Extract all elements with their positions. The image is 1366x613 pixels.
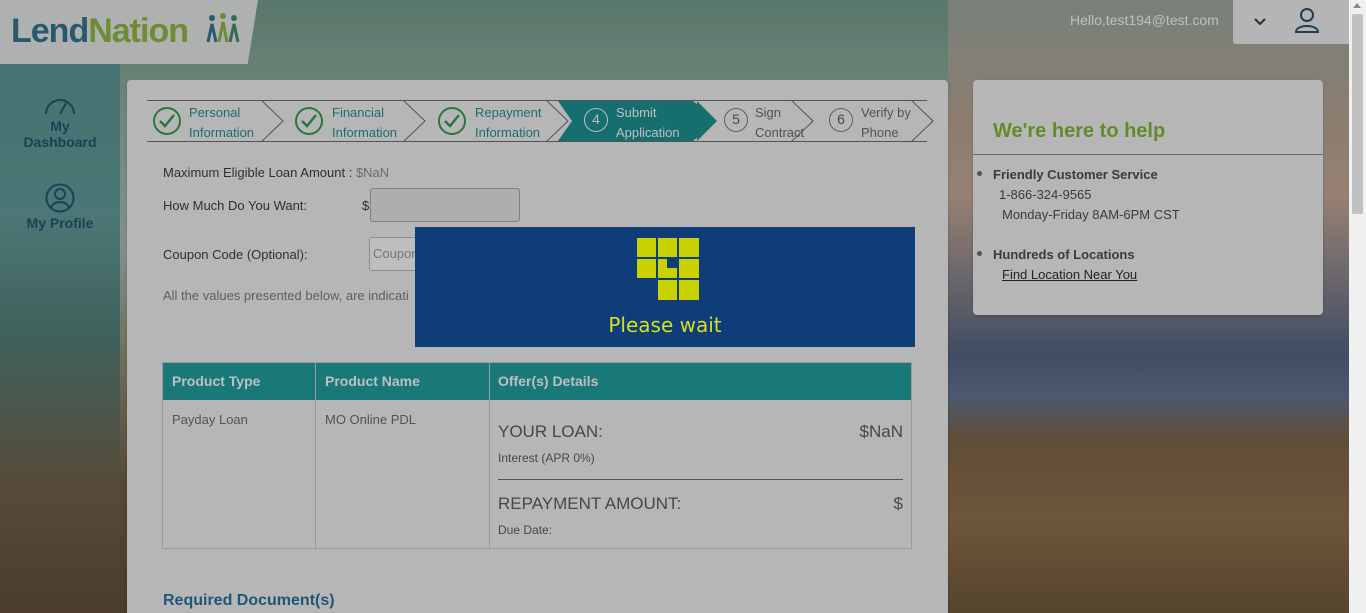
page-scrollbar[interactable]: [1349, 0, 1366, 613]
please-wait-text: Please wait: [608, 313, 722, 337]
please-wait-dialog: Please wait: [415, 227, 915, 347]
scrollbar-thumb[interactable]: [1352, 14, 1363, 214]
scroll-up-arrow-icon[interactable]: [1353, 3, 1361, 8]
loading-spinner-icon: [637, 238, 699, 300]
